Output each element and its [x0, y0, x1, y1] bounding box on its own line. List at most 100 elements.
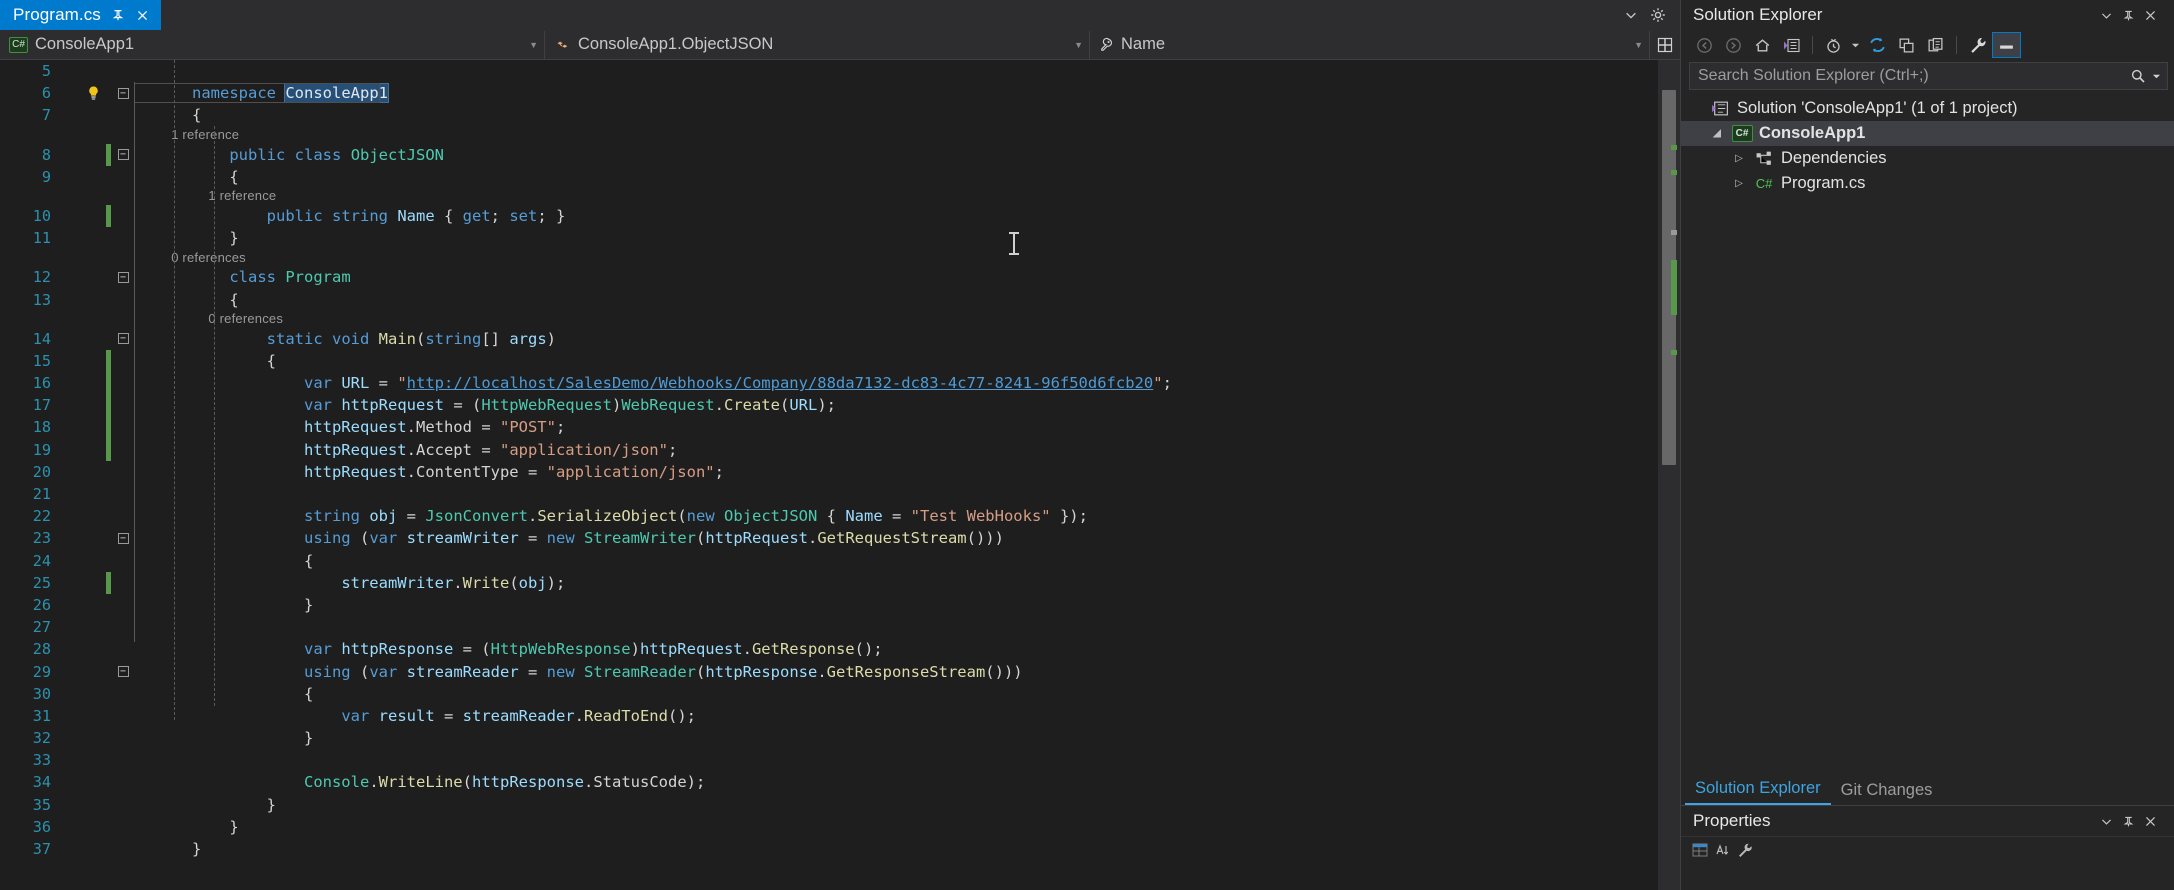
properties-wrench-icon[interactable] — [1964, 33, 1991, 57]
line-text[interactable]: var URL = "http://localhost/SalesDemo/We… — [192, 372, 1172, 394]
line-text[interactable]: using (var streamWriter = new StreamWrit… — [192, 527, 1004, 549]
editor-vertical-scrollbar[interactable] — [1658, 60, 1680, 890]
home-icon[interactable] — [1749, 33, 1776, 57]
line-text[interactable]: } — [192, 727, 313, 749]
codelens-annotation[interactable]: 0 references — [0, 249, 1680, 266]
code-line[interactable]: 12 − class Program — [0, 266, 1680, 288]
solution-tree-node[interactable]: ▷ C# Program.cs — [1681, 171, 2174, 196]
code-line[interactable]: 19 httpRequest.Accept = "application/jso… — [0, 438, 1680, 461]
code-line[interactable]: 8 − public class ObjectJSON — [0, 143, 1680, 166]
code-line[interactable]: 10 public string Name { get; set; } — [0, 204, 1680, 228]
line-text[interactable]: var result = streamReader.ReadToEnd(); — [192, 705, 696, 727]
fold-toggle-icon[interactable]: − — [116, 527, 130, 549]
code-line[interactable]: 20 httpRequest.ContentType = "applicatio… — [0, 461, 1680, 483]
navbar-type-dropdown[interactable]: ConsoleApp1.ObjectJSON ▼ — [545, 30, 1090, 59]
search-solution-explorer[interactable] — [1689, 62, 2168, 90]
pin-icon[interactable] — [110, 7, 126, 23]
codelens-annotation[interactable]: 1 reference — [0, 188, 1680, 205]
code-line[interactable]: 35 } — [0, 794, 1680, 816]
code-line[interactable]: 28 var httpResponse = (HttpWebResponse)h… — [0, 638, 1680, 660]
code-line[interactable]: 26 } — [0, 594, 1680, 616]
line-text[interactable]: var httpRequest = (HttpWebRequest)WebReq… — [192, 394, 836, 416]
chevron-down-icon[interactable] — [2100, 9, 2122, 22]
code-line[interactable]: 17 var httpRequest = (HttpWebRequest)Web… — [0, 394, 1680, 417]
line-text[interactable]: httpRequest.ContentType = "application/j… — [192, 461, 724, 483]
line-text[interactable]: public class ObjectJSON — [192, 144, 444, 166]
collapsed-triangle-icon[interactable]: ▷ — [1731, 153, 1747, 164]
code-line[interactable]: 18 httpRequest.Method = "POST"; — [0, 416, 1680, 439]
search-icon[interactable] — [2130, 68, 2146, 84]
close-icon[interactable] — [2144, 9, 2166, 22]
dock-tab-git-changes[interactable]: Git Changes — [1831, 778, 1943, 805]
chevron-down-icon[interactable]: ▼ — [1622, 40, 1643, 50]
line-text[interactable]: static void Main(string[] args) — [192, 328, 556, 350]
chevron-down-icon[interactable] — [1849, 33, 1862, 57]
code-line[interactable]: 27 — [0, 616, 1680, 638]
fold-toggle-icon[interactable]: − — [116, 82, 130, 104]
code-line[interactable]: 14 − static void Main(string[] args) — [0, 328, 1680, 350]
pin-icon[interactable] — [2122, 815, 2144, 828]
code-line[interactable]: 37} — [0, 838, 1680, 860]
code-line[interactable]: 22 string obj = JsonConvert.SerializeObj… — [0, 505, 1680, 527]
show-all-files-icon[interactable] — [1922, 33, 1949, 57]
search-input[interactable] — [1698, 67, 2130, 85]
code-line[interactable]: 31 var result = streamReader.ReadToEnd()… — [0, 705, 1680, 727]
close-icon[interactable] — [135, 7, 151, 23]
code-line[interactable]: 25 streamWriter.Write(obj); — [0, 571, 1680, 594]
line-text[interactable]: { — [192, 550, 313, 572]
alphabetical-icon[interactable] — [1715, 842, 1731, 858]
codelens-annotation[interactable]: 1 reference — [0, 127, 1680, 144]
code-line[interactable]: 33 — [0, 749, 1680, 771]
line-text[interactable]: } — [192, 794, 276, 816]
chevron-down-icon[interactable] — [1624, 8, 1638, 22]
codelens-annotation[interactable]: 0 references — [0, 311, 1680, 328]
preview-selected-items-icon[interactable] — [1992, 32, 2021, 58]
code-line[interactable]: 21 — [0, 483, 1680, 505]
close-icon[interactable] — [2144, 815, 2166, 828]
code-line[interactable]: 5 — [0, 60, 1680, 82]
line-text[interactable]: using (var streamReader = new StreamRead… — [192, 661, 1023, 683]
solution-tree[interactable]: Solution 'ConsoleApp1' (1 of 1 project) ◢… — [1681, 96, 2174, 196]
refresh-icon[interactable] — [1864, 33, 1891, 57]
code-line[interactable]: 23 − using (var streamWriter = new Stream… — [0, 527, 1680, 549]
pending-changes-filter-icon[interactable] — [1820, 33, 1847, 57]
line-text[interactable]: class Program — [192, 266, 350, 288]
line-text[interactable]: } — [192, 838, 201, 860]
code-line[interactable]: 29 − using (var streamReader = new Stream… — [0, 661, 1680, 683]
code-editor[interactable]: 5 6− namespace ConsoleApp1 7{1 reference 8− … — [0, 60, 1680, 890]
code-line[interactable]: 30 { — [0, 683, 1680, 705]
line-text[interactable]: { — [192, 350, 276, 372]
solution-explorer-view-icon[interactable] — [1778, 33, 1805, 57]
code-line[interactable]: 11 } — [0, 227, 1680, 249]
line-text[interactable]: httpRequest.Method = "POST"; — [192, 416, 565, 438]
code-line[interactable]: 15 { — [0, 349, 1680, 373]
chevron-down-icon[interactable] — [2100, 815, 2122, 828]
code-line[interactable]: 16 var URL = "http://localhost/SalesDemo… — [0, 372, 1680, 395]
chevron-down-icon[interactable]: ▼ — [517, 40, 538, 50]
document-tab-program-cs[interactable]: Program.cs — [0, 0, 161, 30]
code-lines[interactable]: 5 6− namespace ConsoleApp1 7{1 reference 8− … — [0, 60, 1680, 860]
line-text[interactable]: } — [192, 816, 238, 838]
navbar-member-dropdown[interactable]: Name ▼ — [1090, 30, 1650, 59]
categorized-icon[interactable] — [1691, 842, 1709, 858]
line-text[interactable]: public string Name { get; set; } — [192, 205, 566, 227]
line-text[interactable]: string obj = JsonConvert.SerializeObject… — [192, 505, 1088, 527]
gear-icon[interactable] — [1650, 7, 1666, 23]
line-text[interactable]: streamWriter.Write(obj); — [192, 572, 565, 594]
code-line[interactable]: 7{ — [0, 104, 1680, 126]
collapsed-triangle-icon[interactable]: ▷ — [1731, 178, 1747, 189]
code-line[interactable]: 6− namespace ConsoleApp1 — [0, 82, 1680, 104]
back-arrow-icon[interactable] — [1691, 33, 1718, 57]
solution-tree-node[interactable]: ◢ C# ConsoleApp1 — [1681, 121, 2174, 146]
solution-tree-node[interactable]: ▷ Dependencies — [1681, 146, 2174, 171]
dock-tab-row[interactable]: Solution Explorer Git Changes — [1681, 777, 2174, 805]
code-line[interactable]: 34 Console.WriteLine(httpResponse.Status… — [0, 771, 1680, 793]
line-text[interactable]: { — [192, 683, 313, 705]
chevron-down-icon[interactable]: ▼ — [1062, 40, 1083, 50]
fold-toggle-icon[interactable]: − — [116, 328, 130, 350]
dock-tab-solution-explorer[interactable]: Solution Explorer — [1685, 776, 1831, 805]
code-line[interactable]: 32 } — [0, 727, 1680, 749]
line-text[interactable]: } — [192, 594, 313, 616]
fold-toggle-icon[interactable]: − — [116, 266, 130, 288]
split-view-icon[interactable] — [1650, 37, 1680, 53]
